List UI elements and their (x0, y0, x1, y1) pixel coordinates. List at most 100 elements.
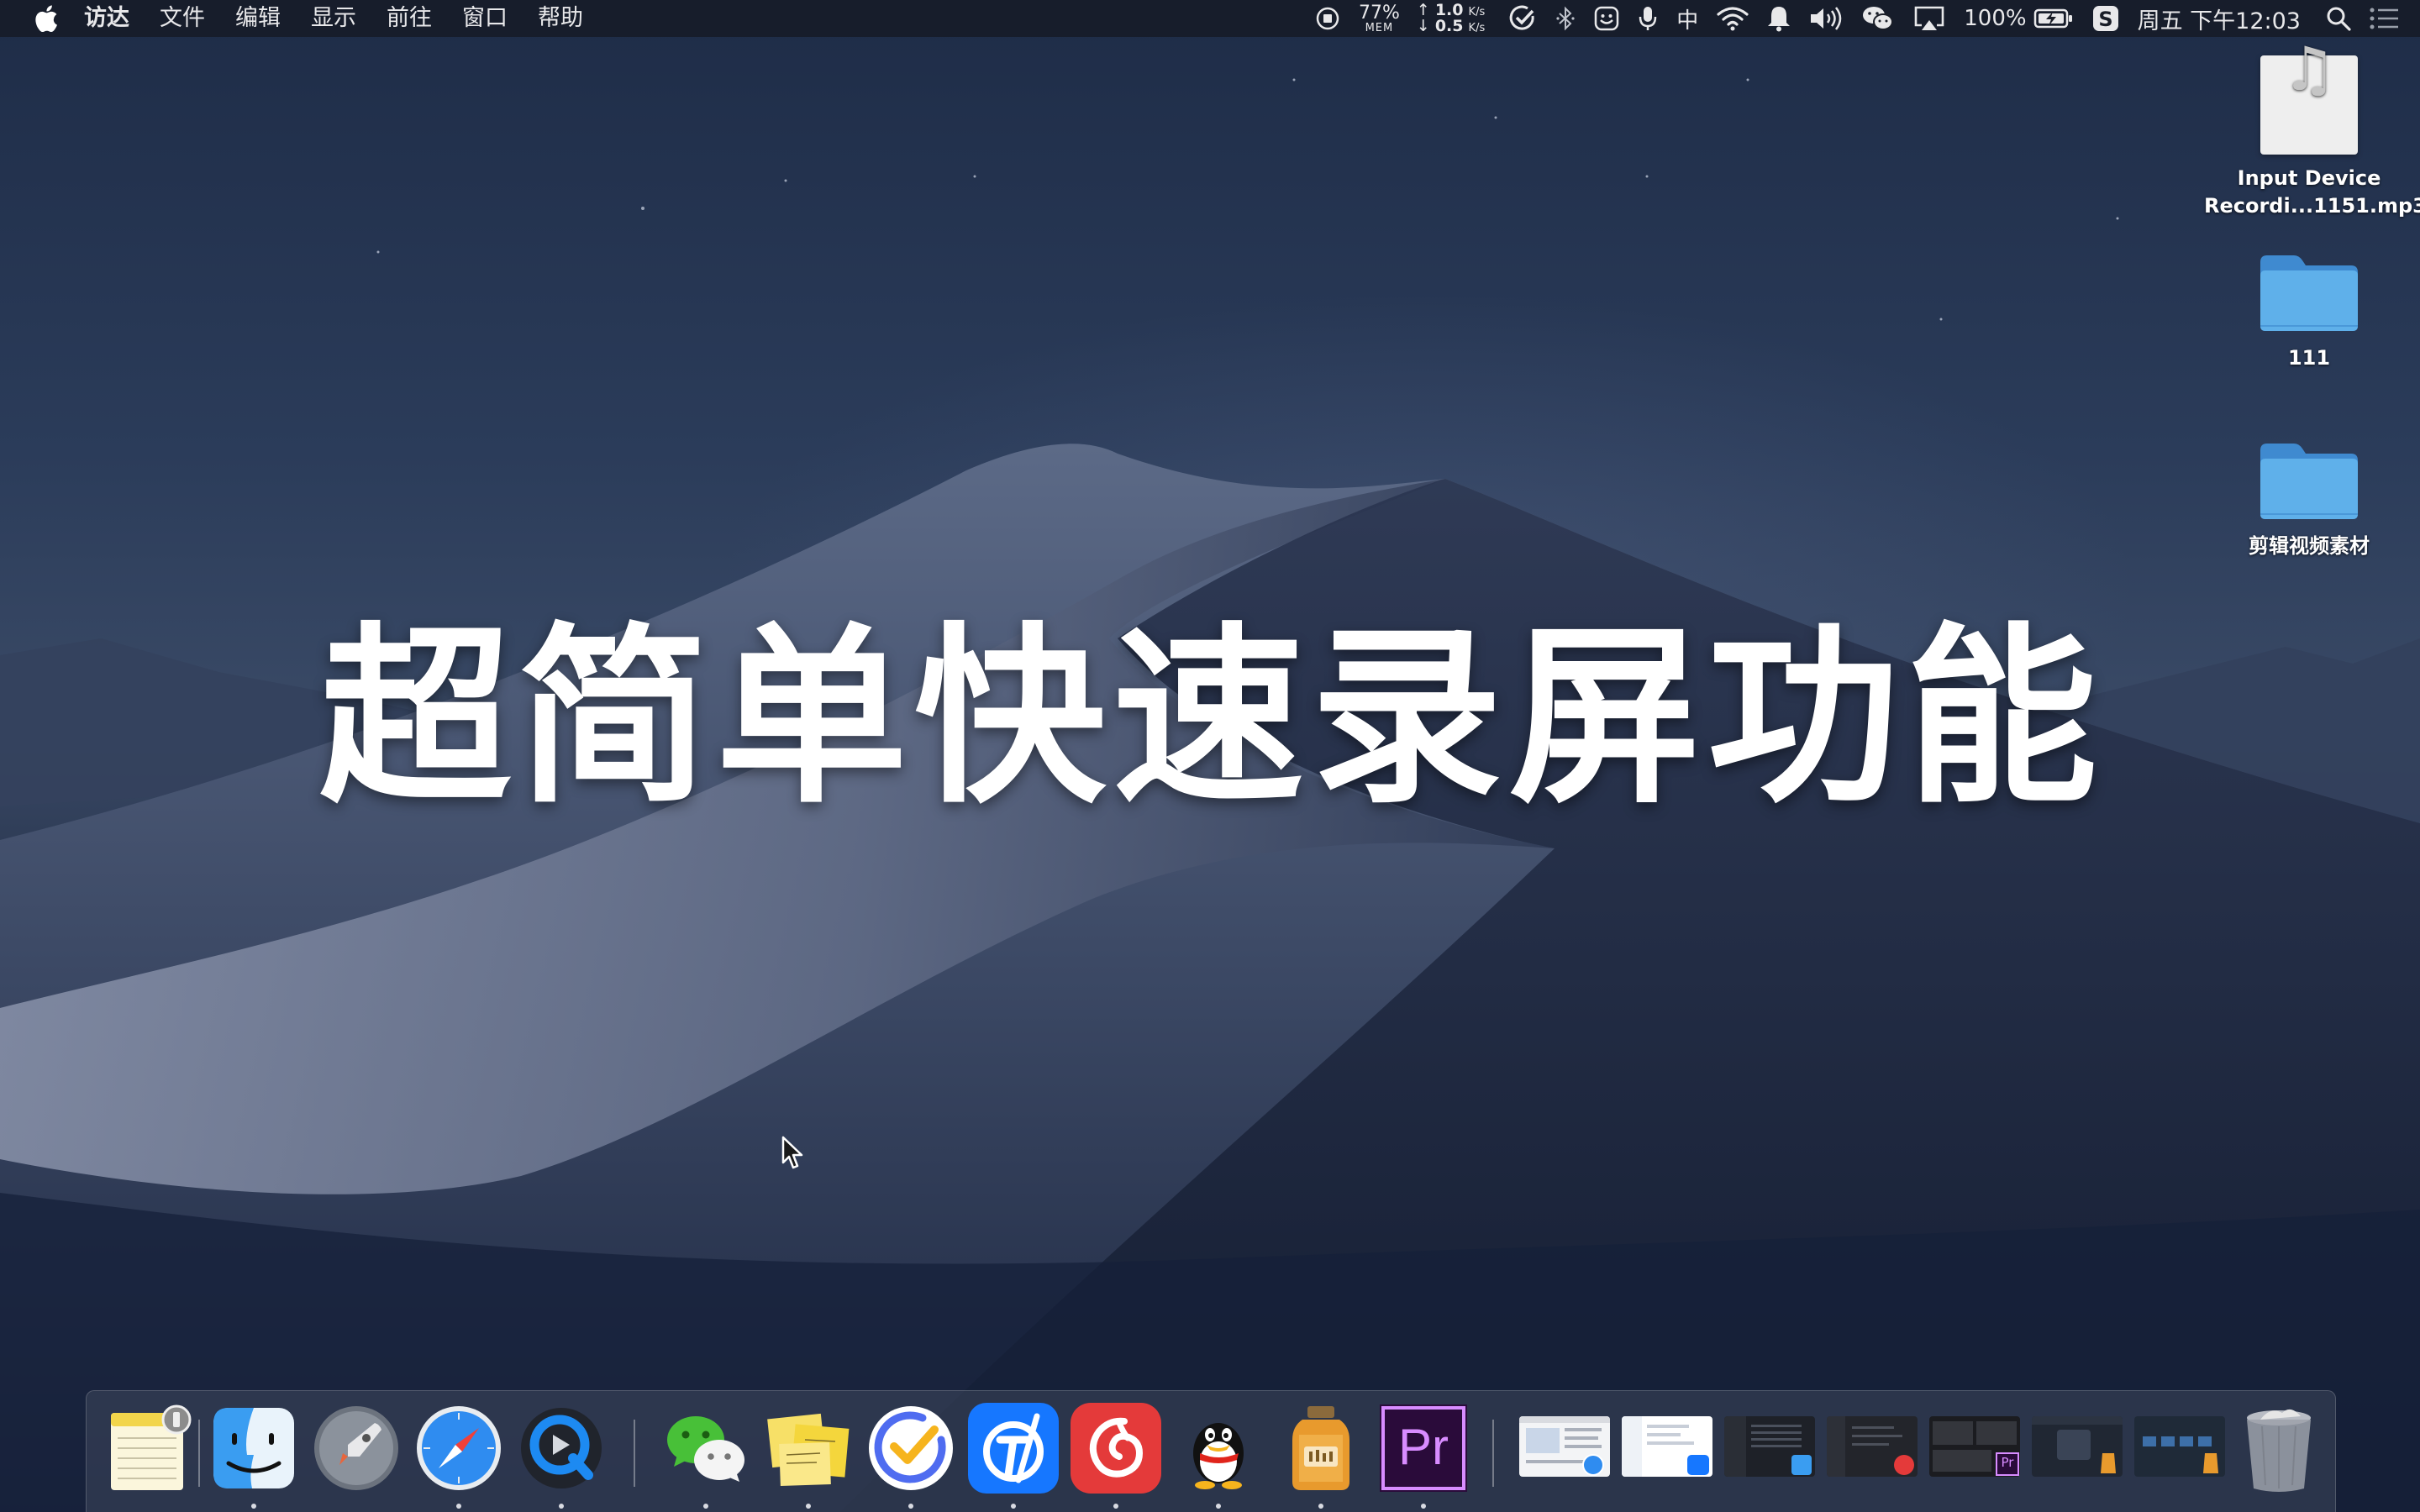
desktop[interactable]: 访达 文件 编辑 显示 前往 窗口 帮助 77% MEM ↑ 1.0 K/s ↓… (0, 0, 2420, 1512)
video-title-overlay: 超简单快速录屏功能 (319, 606, 2104, 829)
minimized-window-jar[interactable] (2032, 1416, 2123, 1477)
running-indicator (251, 1504, 256, 1509)
menu-window[interactable]: 窗口 (462, 0, 508, 37)
network-monitor[interactable]: ↑ 1.0 K/s ↓ 0.5 K/s (1417, 3, 1485, 34)
running-indicator (1318, 1504, 1323, 1509)
menu-file[interactable]: 文件 (160, 0, 205, 37)
input-method-label: 中 (1676, 8, 1699, 34)
dock-finder[interactable] (207, 1401, 301, 1495)
desktop-item-label: 111 (2287, 346, 2331, 370)
dock-ticktick[interactable] (864, 1401, 958, 1495)
wechat-tray-icon[interactable] (1861, 0, 1895, 37)
notification-bell-icon[interactable] (1767, 0, 1791, 37)
quicktime-icon (521, 1408, 602, 1488)
trash-icon (2247, 1409, 2311, 1492)
minimized-window-dingtalk[interactable] (1622, 1416, 1712, 1477)
desktop-item-label: Input Device Recordi...1151.mp3 (2204, 166, 2420, 218)
menu-view[interactable]: 显示 (311, 0, 356, 37)
dock-premiere[interactable]: Pr (1376, 1401, 1470, 1495)
finder-icon (213, 1408, 294, 1488)
menu-clock[interactable]: 周五 下午12:03 (2138, 3, 2301, 35)
premiere-window-label: Pr (2001, 1455, 2014, 1470)
emoji-icon[interactable] (1594, 0, 1619, 37)
memory-monitor[interactable]: 77% MEM (1358, 2, 1400, 34)
wifi-icon[interactable] (1717, 0, 1749, 37)
menu-help[interactable]: 帮助 (538, 0, 583, 37)
dock-dingtalk[interactable] (966, 1401, 1060, 1495)
dock-qq[interactable] (1171, 1401, 1265, 1495)
dock-separator (198, 1420, 200, 1487)
spotlight-search-icon[interactable] (2326, 0, 2351, 37)
desktop-item-folder-video[interactable]: 剪辑视频素材 (2204, 438, 2414, 560)
minimized-window-finder[interactable] (1724, 1416, 1815, 1477)
mouse-cursor-icon (781, 1136, 803, 1169)
minimized-window-netease[interactable] (1827, 1416, 1918, 1477)
dock-jar-app[interactable] (1274, 1401, 1368, 1495)
desktop-item-label: 剪辑视频素材 (2249, 534, 2370, 558)
airplay-icon[interactable] (1913, 0, 1945, 37)
dock-separator (634, 1420, 635, 1487)
minimized-window-premiere[interactable]: Pr (1929, 1416, 2020, 1477)
menu-go[interactable]: 前往 (387, 0, 432, 37)
folder-icon (2260, 444, 2358, 519)
running-indicator (1113, 1504, 1118, 1509)
running-indicator (806, 1504, 811, 1509)
minimized-window-safari[interactable] (1519, 1416, 1610, 1477)
network-down-value: 0.5 (1434, 17, 1464, 35)
dock-notes[interactable] (101, 1401, 195, 1495)
bluetooth-icon[interactable] (1555, 0, 1576, 37)
running-indicator (1216, 1504, 1221, 1509)
memory-label: MEM (1365, 21, 1394, 34)
notification-center-icon[interactable] (2370, 0, 2400, 37)
desktop-item-mp3[interactable]: ♫ Input Device Recordi...1151.mp3 (2204, 39, 2420, 220)
svg-text:S: S (2098, 8, 2112, 31)
jar-window-thumbnail-2 (2143, 1436, 2218, 1473)
screen-record-stop-icon[interactable] (1315, 0, 1340, 37)
sogou-input-icon[interactable]: S (2092, 0, 2119, 37)
running-indicator (1011, 1504, 1016, 1509)
dingtalk-window-thumbnail (1622, 1416, 1709, 1477)
volume-icon[interactable] (1809, 0, 1843, 37)
desktop-item-folder-111[interactable]: 111 (2204, 250, 2414, 372)
microphone-icon[interactable] (1638, 0, 1658, 37)
dingtalk-icon (968, 1403, 1059, 1494)
network-down: ↓ 0.5 K/s (1416, 17, 1486, 35)
ticktick-icon (869, 1406, 953, 1490)
ticktick-check-icon[interactable] (1508, 0, 1537, 37)
dock-netease-music[interactable] (1069, 1401, 1163, 1495)
running-indicator (456, 1504, 461, 1509)
minimized-window-jar-2[interactable] (2134, 1416, 2225, 1477)
netease-window-thumbnail (1827, 1416, 1914, 1477)
finder-window-thumbnail (1724, 1416, 1812, 1477)
qq-icon (1193, 1423, 1244, 1489)
dock-stickies[interactable] (761, 1401, 855, 1495)
stickies-icon (767, 1413, 850, 1487)
music-file-icon: ♫ (2260, 39, 2358, 155)
battery-percent: 100% (1964, 6, 2027, 31)
memory-percent: 77% (1358, 2, 1400, 24)
menu-finder[interactable]: 访达 (84, 0, 129, 37)
menu-edit[interactable]: 编辑 (235, 0, 281, 37)
notes-icon (111, 1404, 192, 1490)
input-method-icon[interactable]: 中 (1676, 0, 1698, 37)
folder-icon (2260, 255, 2358, 331)
dock-launchpad[interactable] (309, 1401, 403, 1495)
dock-quicktime[interactable] (514, 1401, 608, 1495)
menu-bar: 访达 文件 编辑 显示 前往 窗口 帮助 77% MEM ↑ 1.0 K/s ↓… (0, 0, 2420, 37)
network-down-unit: K/s (1468, 22, 1486, 34)
jar-window-thumbnail (2032, 1416, 2123, 1473)
wechat-icon (667, 1416, 744, 1482)
apple-menu-icon[interactable] (34, 5, 59, 32)
safari-window-thumbnail (1519, 1416, 1610, 1476)
battery-charging-icon[interactable] (2033, 0, 2074, 37)
network-up-unit: K/s (1468, 6, 1486, 18)
dock-safari[interactable] (412, 1401, 506, 1495)
jar-app-icon (1292, 1406, 1349, 1490)
launchpad-icon (314, 1406, 398, 1490)
running-indicator (559, 1504, 564, 1509)
dock-wechat[interactable] (659, 1401, 753, 1495)
running-indicator (1421, 1504, 1426, 1509)
dock-separator (1492, 1420, 1494, 1487)
dock-trash[interactable] (2232, 1401, 2326, 1495)
running-indicator (703, 1504, 708, 1509)
